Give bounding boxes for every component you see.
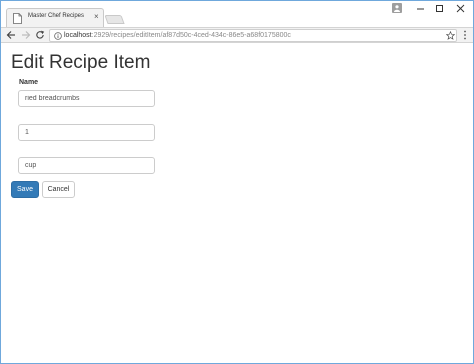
back-arrow-icon[interactable] [6, 30, 16, 40]
page-content: Edit Recipe Item Name Save Cancel [1, 44, 473, 363]
unit-input[interactable] [18, 157, 155, 174]
name-label: Name [19, 79, 39, 86]
close-window-icon[interactable] [451, 1, 471, 17]
cancel-button[interactable]: Cancel [42, 181, 75, 198]
browser-tab[interactable]: Master Chef Recipes × [6, 8, 104, 28]
url-path: :2929/recipes/editItem/af87d50c-4ced-434… [91, 32, 291, 39]
page-title: Edit Recipe Item [11, 52, 151, 73]
title-bar: Master Chef Recipes × [1, 1, 473, 28]
browser-window: Master Chef Recipes × localhost:2929/rec… [0, 0, 474, 364]
maximize-icon[interactable] [430, 1, 450, 17]
tab-title: Master Chef Recipes [28, 13, 85, 19]
address-bar[interactable]: localhost:2929/recipes/editItem/af87d50c… [49, 29, 457, 42]
new-tab-button[interactable] [104, 15, 125, 24]
quantity-input[interactable] [18, 124, 155, 141]
profile-icon[interactable] [392, 3, 402, 13]
browser-toolbar: localhost:2929/recipes/editItem/af87d50c… [1, 27, 473, 43]
page-icon [13, 13, 22, 24]
url-text[interactable]: localhost:2929/recipes/editItem/af87d50c… [64, 32, 291, 39]
reload-icon[interactable] [35, 30, 45, 40]
name-input[interactable] [18, 90, 155, 107]
url-host: localhost [64, 32, 92, 39]
info-icon[interactable] [54, 32, 62, 40]
tab-close-icon[interactable]: × [94, 12, 99, 22]
minimize-icon[interactable] [411, 1, 431, 17]
menu-dots-icon[interactable] [462, 30, 468, 40]
bookmark-star-icon[interactable] [446, 31, 455, 40]
forward-arrow-icon[interactable] [21, 30, 31, 40]
save-button[interactable]: Save [11, 181, 39, 198]
